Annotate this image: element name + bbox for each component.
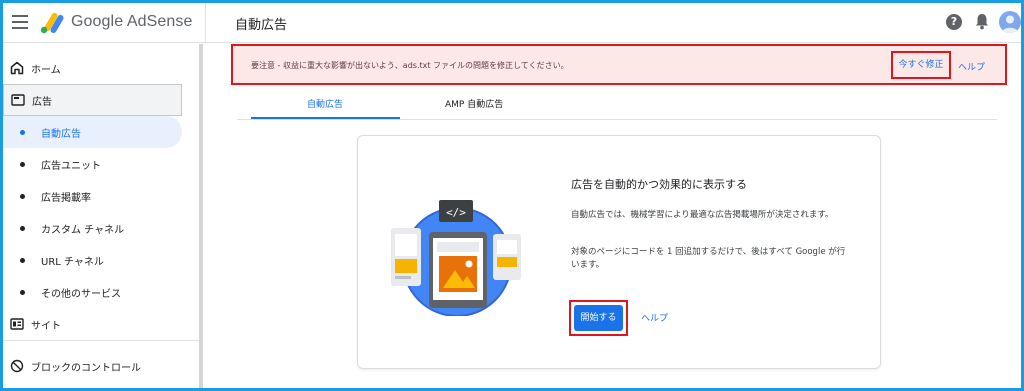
sidebar-item-label: ブロックのコントロール (31, 362, 141, 374)
sidebar-item-label: ホーム (31, 64, 61, 76)
ads-txt-alert-banner: 要注意 - 収益に重大な影響が出ないよう、ads.txt ファイルの問題を修正し… (231, 44, 1007, 85)
card-title: 広告を自動的かつ効果的に表示する (571, 178, 747, 191)
header-divider (205, 3, 206, 43)
sites-icon (10, 318, 24, 330)
sidebar-item-ads[interactable]: 広告 (3, 84, 182, 116)
sidebar-scrollbar[interactable] (199, 44, 203, 388)
sidebar-item-auto-ads[interactable]: 自動広告 (3, 116, 182, 148)
card-help-link[interactable]: ヘルプ (641, 311, 668, 324)
menu-icon[interactable] (12, 15, 28, 29)
bullet-icon (20, 129, 25, 135)
sidebar-item-home[interactable]: ホーム (3, 52, 202, 84)
bell-icon[interactable] (975, 13, 989, 30)
alert-help-link[interactable]: ヘルプ (958, 60, 985, 73)
help-icon[interactable]: ? (946, 14, 962, 30)
sidebar-item-label: 広告ユニット (41, 160, 101, 172)
start-button-highlight: 開始する (569, 300, 628, 336)
auto-ads-illustration: </> (391, 200, 521, 316)
sidebar-item-label: その他のサービス (41, 288, 121, 300)
top-app-bar: Google AdSense 自動広告 ? (3, 3, 1021, 43)
home-icon (10, 61, 24, 75)
brand-name: Google AdSense (71, 13, 193, 30)
sidebar-item-label: URL チャネル (41, 256, 104, 268)
sidebar-item-label: カスタム チャネル (41, 224, 125, 236)
account-avatar[interactable] (999, 11, 1021, 33)
sidebar-item-ad-units[interactable]: 広告ユニット (3, 148, 202, 180)
bullet-icon (20, 161, 25, 167)
bullet-icon (20, 193, 25, 199)
code-badge-text: </> (446, 206, 466, 219)
bullet-icon (20, 289, 25, 295)
sidebar-item-label: 自動広告 (41, 128, 81, 140)
sidebar-item-sites[interactable]: サイト (3, 308, 202, 340)
tab-auto-ads[interactable]: 自動広告 (307, 97, 343, 110)
tab-bar: 自動広告 AMP 自動広告 (237, 90, 997, 120)
bullet-icon (20, 257, 25, 263)
bullet-icon (20, 225, 25, 231)
sidebar-item-custom-channels[interactable]: カスタム チャネル (3, 212, 202, 244)
ads-icon (11, 94, 25, 106)
block-icon (10, 359, 24, 373)
card-description: 自動広告では、機械学習により最適な広告掲載場所が決定されます。 (571, 210, 834, 220)
start-button[interactable]: 開始する (574, 305, 623, 331)
sidebar-divider (3, 340, 202, 341)
alert-message: 要注意 - 収益に重大な影響が出ないよう、ads.txt ファイルの問題を修正し… (251, 61, 569, 70)
fix-now-button[interactable]: 今すぐ修正 (891, 51, 951, 79)
auto-ads-intro-card: </> 広告を自動的かつ効果的に表示する 自動広告では、機械学習により最適な広告… (357, 135, 881, 369)
sidebar: ホーム 広告 自動広告 広告ユニット 広告掲載率 カスタム チャネル URL チ… (3, 44, 202, 388)
page-title: 自動広告 (235, 18, 288, 33)
tab-amp-auto-ads[interactable]: AMP 自動広告 (445, 97, 503, 110)
adsense-logo[interactable] (39, 11, 65, 35)
sidebar-item-label: サイト (31, 320, 61, 332)
sidebar-item-label: 広告掲載率 (41, 192, 91, 204)
sidebar-item-ad-coverage[interactable]: 広告掲載率 (3, 180, 202, 212)
sidebar-item-label: 広告 (32, 96, 52, 108)
sidebar-item-blocking-controls[interactable]: ブロックのコントロール (3, 350, 202, 382)
active-tab-indicator (251, 117, 400, 119)
card-description-2: 対象のページにコードを 1 回追加するだけで、後はすべて Google が行いま… (571, 247, 846, 270)
sidebar-item-other-services[interactable]: その他のサービス (3, 276, 202, 308)
sidebar-item-url-channels[interactable]: URL チャネル (3, 244, 202, 276)
